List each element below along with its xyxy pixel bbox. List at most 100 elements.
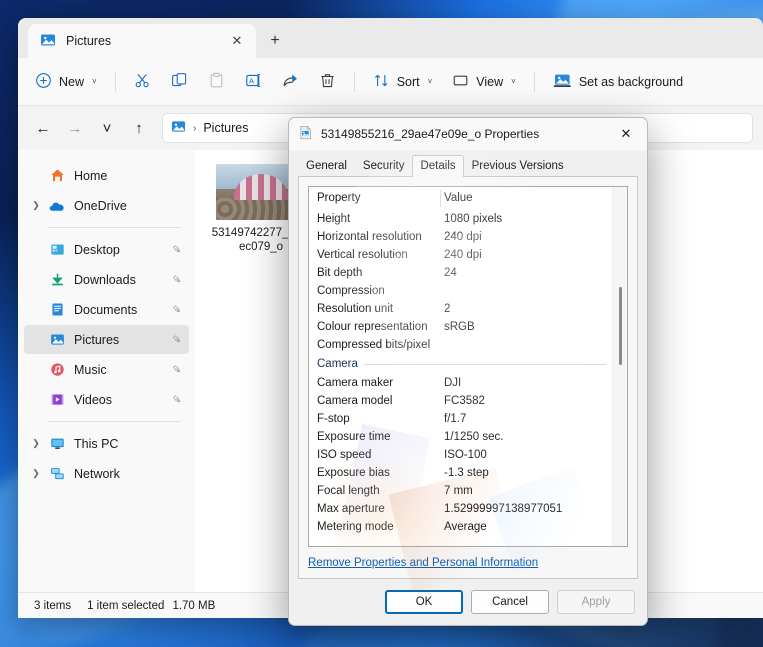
breadcrumb-pictures[interactable]: Pictures [203, 121, 248, 135]
paste-button[interactable] [199, 66, 234, 98]
tab-previous-versions[interactable]: Previous Versions [464, 155, 572, 177]
cut-button[interactable] [125, 66, 160, 98]
row-value: 1080 pixels [444, 213, 503, 225]
copy-button[interactable] [162, 66, 197, 98]
sidebar-item-onedrive[interactable]: ❯ OneDrive [24, 191, 189, 220]
row-value: sRGB [444, 321, 475, 333]
sidebar-item-label: Home [74, 168, 108, 183]
scrollbar-thumb[interactable] [619, 287, 622, 365]
row-property: Horizontal resolution [317, 231, 422, 243]
status-size: 1.70 MB [172, 599, 216, 612]
row-value: 240 dpi [444, 249, 482, 261]
sidebar-item-desktop[interactable]: Desktop ✑ [24, 235, 189, 264]
status-item-count: 3 items [34, 599, 72, 612]
new-button[interactable]: New ˅ [26, 66, 106, 98]
plus-circle-icon [35, 72, 52, 92]
column-header-value[interactable]: Value [441, 192, 612, 204]
breadcrumb-separator: › [193, 122, 197, 134]
ok-button[interactable]: OK [385, 590, 463, 614]
chevron-right-icon[interactable]: ❯ [26, 200, 46, 211]
sidebar-item-this-pc[interactable]: ❯ This PC [24, 429, 189, 458]
group-header-rule [363, 363, 606, 365]
rename-button[interactable]: A [236, 66, 271, 98]
table-row[interactable]: Exposure time 1/1250 sec. [309, 428, 612, 446]
table-row[interactable]: Metering mode Average [309, 518, 612, 536]
sidebar-item-label: OneDrive [74, 198, 127, 213]
column-header-property[interactable]: Property [309, 192, 441, 204]
sidebar-item-downloads[interactable]: Downloads ✑ [24, 265, 189, 294]
sidebar-divider [48, 421, 181, 422]
set-as-background-label: Set as background [578, 74, 684, 89]
dialog-button-row: OK Cancel Apply [289, 579, 647, 625]
table-row[interactable]: Resolution unit 2 [309, 300, 612, 318]
copy-icon [171, 72, 188, 92]
sort-button[interactable]: Sort ˅ [364, 66, 442, 98]
status-selection-group: 1 item selected 1.70 MB [87, 600, 215, 612]
table-row[interactable]: Compressed bits/pixel [309, 336, 612, 354]
set-background-icon [553, 72, 572, 92]
delete-button[interactable] [310, 66, 345, 98]
share-button[interactable] [273, 66, 308, 98]
vertical-scrollbar[interactable] [612, 187, 627, 546]
properties-dialog: 53149855216_29ae47e09e_o Properties ✕ Ge… [288, 117, 648, 626]
command-toolbar: New ˅ A Sort ˅ View ˅ Set as background [18, 58, 763, 106]
table-row[interactable]: Exposure bias -1.3 step [309, 464, 612, 482]
close-icon[interactable]: ✕ [226, 30, 248, 52]
new-tab-button[interactable]: + [260, 27, 290, 55]
view-button-label: View [476, 74, 504, 89]
table-row[interactable]: Camera maker DJI [309, 374, 612, 392]
sidebar-item-home[interactable]: Home [24, 161, 189, 190]
sidebar-item-music[interactable]: Music ✑ [24, 355, 189, 384]
row-value: 1/1250 sec. [444, 431, 504, 443]
table-row[interactable]: Max aperture 1.52999997138977051 [309, 500, 612, 518]
apply-button[interactable]: Apply [557, 590, 635, 614]
sidebar-item-network[interactable]: ❯ Network [24, 459, 189, 488]
properties-listbox[interactable]: Property Value Height 1080 pixels Horizo… [308, 186, 628, 547]
tab-general[interactable]: General [298, 155, 355, 177]
table-row[interactable]: Height 1080 pixels [309, 210, 612, 228]
sidebar-item-documents[interactable]: Documents ✑ [24, 295, 189, 324]
sort-icon [373, 72, 390, 92]
chevron-down-icon: ˅ [427, 77, 433, 86]
back-button[interactable]: ← [28, 113, 58, 143]
table-row[interactable]: F-stop f/1.7 [309, 410, 612, 428]
chevron-right-icon[interactable]: ❯ [26, 468, 46, 479]
table-row[interactable]: Vertical resolution 240 dpi [309, 246, 612, 264]
chevron-down-icon: ˅ [511, 77, 516, 86]
row-value: Average [444, 521, 487, 533]
cloud-icon [46, 198, 68, 214]
chevron-right-icon[interactable]: ❯ [26, 438, 46, 449]
table-row[interactable]: Bit depth 24 [309, 264, 612, 282]
dialog-tab-strip: General Security Details Previous Versio… [289, 150, 647, 177]
tab-pictures[interactable]: Pictures ✕ [28, 24, 256, 58]
pictures-icon [40, 32, 56, 51]
sidebar-item-label: Downloads [74, 272, 136, 287]
close-icon[interactable]: ✕ [605, 118, 647, 150]
set-as-background-button[interactable]: Set as background [544, 66, 692, 98]
recent-locations-button[interactable]: ˅ [92, 113, 122, 143]
tab-security[interactable]: Security [355, 155, 413, 177]
sidebar-item-videos[interactable]: Videos ✑ [24, 385, 189, 414]
row-property: Exposure bias [317, 467, 390, 479]
table-row[interactable]: ISO speed ISO-100 [309, 446, 612, 464]
table-row[interactable]: Colour representation sRGB [309, 318, 612, 336]
up-button[interactable]: ↑ [124, 113, 154, 143]
download-icon [46, 272, 68, 288]
view-button[interactable]: View ˅ [443, 66, 525, 98]
tab-details[interactable]: Details [412, 155, 464, 177]
row-value: DJI [444, 377, 462, 389]
table-row[interactable]: Camera model FC3582 [309, 392, 612, 410]
table-row[interactable]: Compression [309, 282, 612, 300]
dialog-body: General Security Details Previous Versio… [289, 130, 647, 625]
sidebar-item-pictures[interactable]: Pictures ✑ [24, 325, 189, 354]
remove-properties-link[interactable]: Remove Properties and Personal Informati… [308, 557, 538, 569]
paste-icon [208, 72, 225, 92]
sidebar-item-label: This PC [74, 436, 119, 451]
table-row[interactable]: Focal length 7 mm [309, 482, 612, 500]
sidebar-item-label: Videos [74, 392, 112, 407]
properties-list-header: Property Value [309, 187, 612, 210]
table-row[interactable]: Horizontal resolution 240 dpi [309, 228, 612, 246]
forward-button[interactable]: → [60, 113, 90, 143]
document-icon [46, 302, 68, 318]
cancel-button[interactable]: Cancel [471, 590, 549, 614]
